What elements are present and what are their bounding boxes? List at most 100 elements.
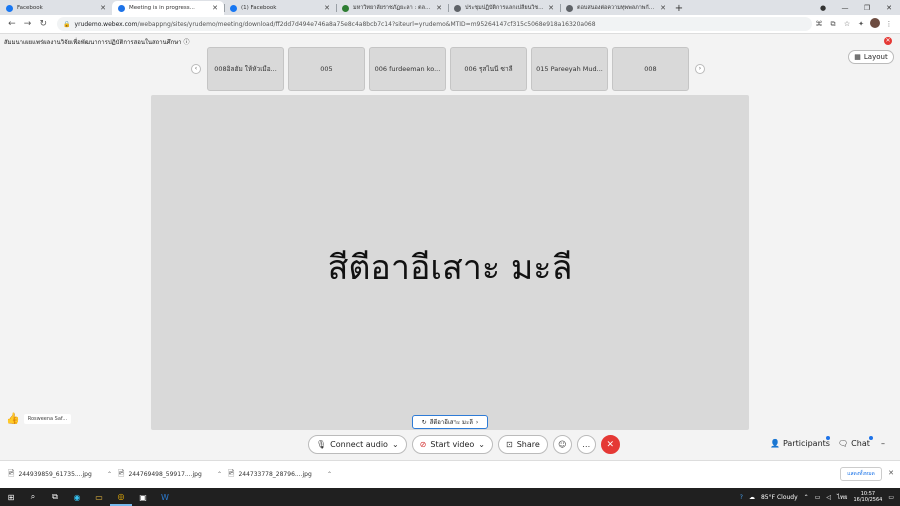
menu-kebab-icon[interactable]: ⋮	[882, 20, 896, 28]
close-tab-icon[interactable]: ✕	[660, 4, 666, 12]
reaction-toast: 👍 Rosweena Saf...	[6, 412, 72, 425]
video-off-icon: ⊘	[419, 440, 427, 449]
windows-start-icon[interactable]: ⊞	[0, 488, 22, 506]
chat-label: Chat	[851, 439, 870, 448]
connect-audio-button[interactable]: 🎙 Connect audio ⌄	[308, 435, 407, 454]
participant-filmstrip: ‹ 008อิลฮัม ให้หัวเมือ... 005 006 furdee…	[191, 47, 705, 91]
forward-icon[interactable]: →	[20, 19, 36, 29]
tab-title: Meeting is in progress...	[129, 5, 195, 11]
layout-button[interactable]: ▦ Layout	[848, 50, 894, 64]
extensions-puzzle-icon[interactable]: ✦	[854, 20, 868, 28]
tab-article[interactable]: ตอบสนองต่อความทุพพลภาพกับโลกแ... ✕	[560, 1, 672, 15]
share-screen-icon: ⊡	[506, 440, 513, 449]
start-video-button[interactable]: ⊘ Start video ⌄	[411, 435, 493, 454]
back-icon[interactable]: ←	[4, 19, 20, 29]
window-controls: ● — ❐ ✕	[812, 0, 900, 15]
task-view-icon[interactable]: ⧉	[44, 488, 66, 506]
leave-meeting-button[interactable]: ✕	[600, 435, 620, 454]
reload-icon[interactable]: ↻	[35, 19, 51, 29]
more-options-button[interactable]: …	[576, 435, 596, 454]
chevron-up-icon[interactable]: ⌃	[217, 471, 222, 478]
profile-avatar[interactable]	[868, 18, 882, 30]
thumbs-up-icon: 👍	[6, 412, 20, 425]
more-panels-button[interactable]: –	[881, 439, 885, 448]
participant-tile[interactable]: 005	[288, 47, 365, 91]
browser-toolbar: ← → ↻ 🔒 yrudemo.webex.com/webappng/sites…	[0, 15, 900, 34]
share-button[interactable]: ⊡ Share	[498, 435, 548, 454]
tab-facebook-2[interactable]: (1) Facebook ✕	[224, 1, 336, 15]
search-icon[interactable]: ⌕	[22, 488, 44, 506]
chevron-down-icon: ⌄	[391, 440, 399, 449]
extension-icon[interactable]: ⧉	[826, 20, 840, 29]
clock[interactable]: 10:57 16/10/2564	[854, 491, 883, 503]
notification-dot	[869, 436, 873, 440]
participant-tile[interactable]: 015 Pareeyah Mud...	[531, 47, 608, 91]
new-tab-button[interactable]: +	[672, 1, 686, 15]
profile-icon[interactable]: ●	[812, 4, 834, 12]
system-tray: ? ☁ 85°F Cloudy ⌃ ▭ ◁ ไทย 10:57 16/10/25…	[740, 491, 900, 503]
chevron-left-icon[interactable]: ‹	[191, 64, 201, 74]
help-icon[interactable]: ?	[740, 494, 743, 501]
tab-university[interactable]: มหาวิทยาลัยราชภัฏยะลา : ตลอดชีวิต ✕	[336, 1, 448, 15]
tab-title: Facebook	[17, 5, 43, 11]
webex-icon	[118, 4, 125, 12]
chrome-icon[interactable]: ◎	[110, 488, 132, 506]
download-item[interactable]: 🖻 244733778_28796....jpg ⌃	[228, 468, 338, 482]
close-tab-icon[interactable]: ✕	[212, 4, 218, 12]
url-host: yrudemo.webex.com	[74, 20, 138, 28]
translate-icon[interactable]: ⌘	[812, 20, 826, 28]
notifications-icon[interactable]: ▭	[888, 494, 894, 501]
chevron-up-icon[interactable]: ⌃	[327, 471, 332, 478]
address-bar[interactable]: 🔒 yrudemo.webex.com/webappng/sites/yrude…	[57, 17, 813, 31]
globe-icon	[566, 4, 573, 12]
chevron-right-icon: ›	[475, 418, 479, 426]
active-speaker-name: สีตีอาอีเสาะ มะลี	[327, 248, 573, 288]
image-file-icon: 🖻	[118, 468, 125, 478]
connect-audio-label: Connect audio	[330, 440, 388, 449]
close-tab-icon[interactable]: ✕	[100, 4, 106, 12]
word-icon[interactable]: W	[154, 488, 176, 506]
lock-icon[interactable]: 🔒	[63, 21, 70, 28]
minimize-icon[interactable]: —	[834, 4, 856, 12]
tab-webex-meeting[interactable]: Meeting is in progress... ✕	[112, 1, 224, 15]
tab-workshop[interactable]: ประชุมปฏิบัติการแลกเปลี่ยนวิชาการ โคร...…	[448, 1, 560, 15]
chevron-up-icon[interactable]: ⌃	[804, 494, 809, 501]
close-tab-icon[interactable]: ✕	[436, 4, 442, 12]
chat-button[interactable]: 🗨 Chat	[838, 436, 873, 448]
close-tab-icon[interactable]: ✕	[548, 4, 554, 12]
download-filename: 244769498_59917....jpg	[128, 471, 202, 478]
participant-tile[interactable]: 006 รุสไนนี ซาลี	[450, 47, 527, 91]
close-icon[interactable]: ✕	[888, 469, 894, 477]
store-icon[interactable]: ▣	[132, 488, 154, 506]
participant-tile[interactable]: 008อิลฮัม ให้หัวเมือ...	[207, 47, 284, 91]
ellipsis-icon: …	[582, 440, 591, 449]
bookmark-star-icon[interactable]: ☆	[840, 20, 854, 28]
start-video-label: Start video	[430, 440, 475, 449]
restore-icon[interactable]: ❐	[856, 4, 878, 12]
volume-icon[interactable]: ◁	[826, 494, 831, 501]
close-tab-icon[interactable]: ✕	[324, 4, 330, 12]
chevron-up-icon[interactable]: ⌃	[107, 471, 112, 478]
weather-label[interactable]: 85°F Cloudy	[761, 494, 798, 501]
weather-icon: ☁	[748, 493, 755, 501]
participant-tile[interactable]: 008	[612, 47, 689, 91]
browser-tab-strip: Facebook ✕ Meeting is in progress... ✕ (…	[0, 0, 900, 15]
tab-facebook[interactable]: Facebook ✕	[0, 1, 112, 15]
close-window-icon[interactable]: ✕	[878, 4, 900, 12]
participant-tile[interactable]: 006 furdeeman ko...	[369, 47, 446, 91]
language-indicator[interactable]: ไทย	[837, 492, 848, 502]
close-icon[interactable]: ✕	[884, 37, 892, 45]
edge-browser-icon[interactable]: ◉	[66, 488, 88, 506]
participants-button[interactable]: 👤 Participants	[770, 436, 830, 448]
show-all-downloads-button[interactable]: แสดงทั้งหมด	[840, 467, 882, 481]
chevron-right-icon[interactable]: ›	[695, 64, 705, 74]
download-item[interactable]: 🖻 244939859_61735....jpg ⌃	[8, 468, 118, 482]
reactions-button[interactable]: ☺	[552, 435, 572, 454]
microphone-icon: 🎙	[316, 440, 327, 449]
downloads-shelf: 🖻 244939859_61735....jpg ⌃ 🖻 244769498_5…	[0, 460, 900, 488]
tab-title: ประชุมปฏิบัติการแลกเปลี่ยนวิชาการ โคร...	[465, 5, 546, 11]
tab-title: ตอบสนองต่อความทุพพลภาพกับโลกแ...	[577, 5, 657, 11]
download-item[interactable]: 🖻 244769498_59917....jpg ⌃	[118, 468, 228, 482]
network-icon[interactable]: ▭	[815, 494, 821, 501]
file-explorer-icon[interactable]: ▭	[88, 488, 110, 506]
